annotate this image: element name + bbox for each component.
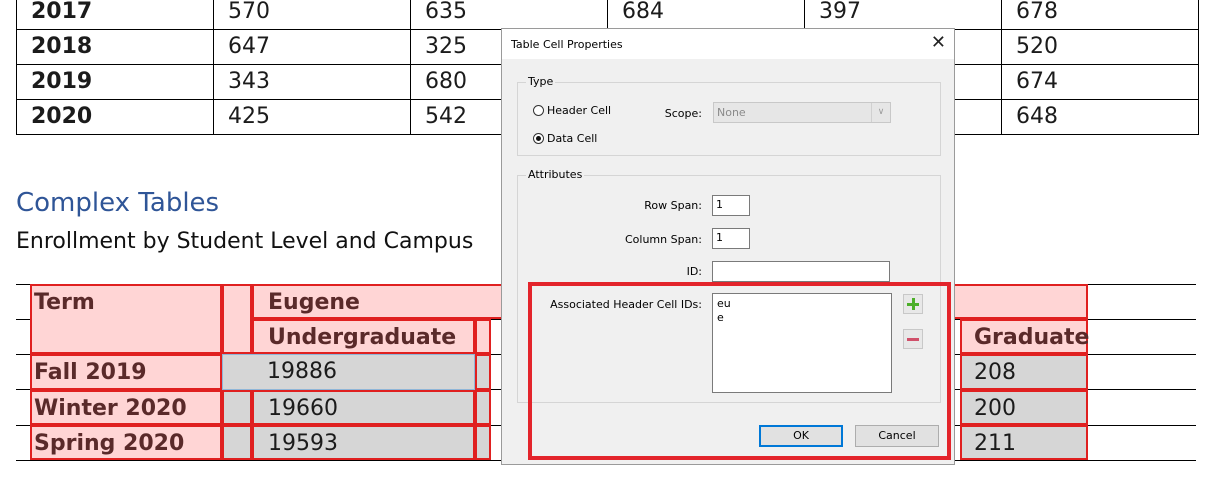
close-icon[interactable]: ✕ <box>931 33 946 53</box>
header-cell-undergraduate[interactable]: Undergraduate <box>252 319 475 354</box>
radio-unchecked-icon[interactable] <box>533 105 544 116</box>
header-cell-radio[interactable]: Header Cell <box>533 104 611 117</box>
id-input[interactable] <box>712 261 890 282</box>
column-span-label: Column Span: <box>624 233 702 246</box>
attributes-group-label: Attributes <box>526 168 585 181</box>
dialog-titlebar[interactable]: Table Cell Properties ✕ <box>502 29 954 59</box>
value-cell: 678 <box>1001 0 1199 30</box>
section-title: Complex Tables <box>16 188 220 218</box>
graduate-cell[interactable]: 200 <box>960 390 1088 425</box>
value-cell: 343 <box>213 64 411 100</box>
value-cell: 684 <box>607 0 805 30</box>
graduate-cell[interactable]: 208 <box>960 354 1088 390</box>
value-cell: 425 <box>213 99 411 135</box>
term-cell[interactable]: Winter 2020 <box>30 390 222 425</box>
data-cell-label: Data Cell <box>547 132 598 145</box>
value-cell: 397 <box>804 0 1002 30</box>
value-cell: 635 <box>410 0 608 30</box>
header-cell-blank[interactable] <box>222 284 252 354</box>
value-cell: 674 <box>1001 64 1199 100</box>
header-cell-graduate[interactable]: Graduate <box>960 319 1089 354</box>
year-cell: 2019 <box>16 64 214 100</box>
value-cell: 648 <box>1001 99 1199 135</box>
term-cell[interactable]: Fall 2019 <box>30 354 222 390</box>
undergrad-cell-selected[interactable]: 19886 <box>222 354 475 390</box>
scope-select-value: None <box>717 106 746 119</box>
blank-cell[interactable] <box>475 425 491 460</box>
id-label: ID: <box>686 265 702 278</box>
header-cell-blank[interactable] <box>475 319 491 354</box>
row-span-label: Row Span: <box>644 199 702 212</box>
scope-label: Scope: <box>664 107 702 120</box>
scope-select[interactable]: None ∨ <box>713 102 891 123</box>
table-row: 2017 570 635 684 397 678 <box>16 0 1199 30</box>
table-caption: Enrollment by Student Level and Campus <box>16 229 474 254</box>
blank-cell[interactable] <box>222 425 252 460</box>
graduate-cell[interactable]: 211 <box>960 425 1088 460</box>
type-group-label: Type <box>526 75 556 88</box>
value-cell: 570 <box>213 0 411 30</box>
radio-checked-icon[interactable] <box>533 133 544 144</box>
header-cell-term[interactable]: Term <box>30 284 222 354</box>
blank-cell[interactable] <box>475 390 491 425</box>
year-cell: 2017 <box>16 0 214 30</box>
blank-cell[interactable] <box>222 390 252 425</box>
annotation-highlight-box <box>528 282 951 460</box>
dialog-title: Table Cell Properties <box>511 38 623 51</box>
year-cell: 2020 <box>16 99 214 135</box>
value-cell: 520 <box>1001 29 1199 65</box>
chevron-down-icon[interactable]: ∨ <box>871 103 890 122</box>
undergrad-cell[interactable]: 19660 <box>252 390 475 425</box>
column-span-input[interactable]: 1 <box>712 228 750 249</box>
blank-cell[interactable] <box>475 354 491 390</box>
undergrad-cell[interactable]: 19593 <box>252 425 475 460</box>
term-cell[interactable]: Spring 2020 <box>30 425 222 460</box>
value-cell: 647 <box>213 29 411 65</box>
year-cell: 2018 <box>16 29 214 65</box>
row-span-input[interactable]: 1 <box>712 195 750 216</box>
data-cell-radio[interactable]: Data Cell <box>533 132 597 145</box>
header-cell-label: Header Cell <box>547 104 612 117</box>
